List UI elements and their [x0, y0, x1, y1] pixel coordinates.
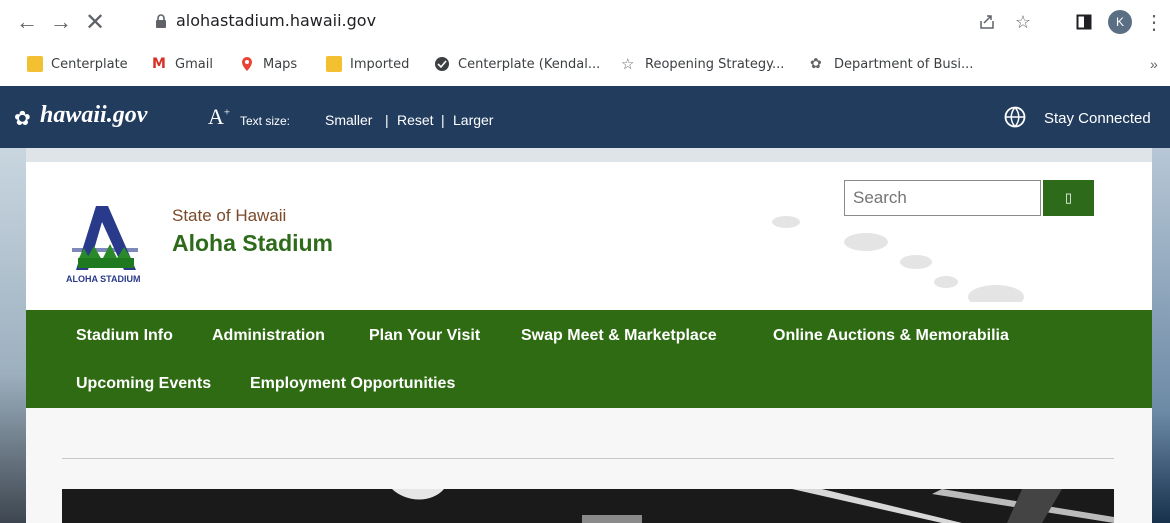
hawaii-gov-logo[interactable]: hawaii.gov	[40, 102, 147, 129]
hero-photo	[62, 489, 1114, 523]
bookmark-reopening-strategy[interactable]: ☆ Reopening Strategy...	[621, 56, 784, 72]
bookmark-gmail[interactable]: M Gmail	[151, 56, 213, 72]
globe-icon[interactable]	[1004, 106, 1026, 128]
lock-icon[interactable]	[155, 14, 167, 28]
site-title[interactable]: Aloha Stadium	[172, 230, 333, 257]
star-outline-icon: ☆	[621, 55, 635, 73]
separator: |	[441, 112, 445, 128]
bookmark-department[interactable]: ✿ Department of Busi...	[810, 56, 973, 72]
bookmarks-bar: Centerplate M Gmail Maps Imported Centerp…	[0, 44, 1170, 86]
stay-connected-link[interactable]: Stay Connected	[1044, 110, 1151, 127]
nav-employment[interactable]: Employment Opportunities	[250, 375, 455, 393]
nav-administration[interactable]: Administration	[212, 327, 325, 345]
state-of-hawaii-label: State of Hawaii	[172, 206, 287, 225]
text-larger-link[interactable]: Larger	[453, 112, 493, 128]
stop-loading-icon[interactable]: ✕	[82, 9, 108, 36]
maps-icon	[239, 56, 255, 72]
web-page: ✿ hawaii.gov A+ Text size: Smaller | Res…	[0, 86, 1170, 523]
hibiscus-icon: ✿	[14, 108, 31, 130]
browser-toolbar: ← → ✕ alohastadium.hawaii.gov ☆ K ⋮	[0, 0, 1170, 44]
side-panel-icon[interactable]	[1072, 10, 1096, 34]
text-size-label: Text size:	[240, 114, 291, 128]
search-button[interactable]: ▯	[1043, 180, 1094, 216]
text-smaller-link[interactable]: Smaller	[325, 112, 372, 128]
divider	[62, 458, 1114, 459]
bookmark-star-icon[interactable]: ☆	[1011, 10, 1035, 34]
share-icon[interactable]	[975, 10, 999, 34]
bookmark-maps[interactable]: Maps	[239, 56, 297, 72]
folder-icon	[326, 56, 342, 72]
folder-icon	[27, 56, 43, 72]
bookmark-centerplate-kendal[interactable]: Centerplate (Kendal...	[434, 56, 600, 72]
nav-upcoming-events[interactable]: Upcoming Events	[76, 375, 211, 393]
nav-plan-your-visit[interactable]: Plan Your Visit	[369, 327, 480, 345]
nav-online-auctions[interactable]: Online Auctions & Memorabilia	[773, 327, 1009, 345]
bookmark-imported[interactable]: Imported	[326, 56, 409, 72]
logo-wordmark: ALOHA STADIUM	[66, 274, 141, 284]
search-input[interactable]	[844, 180, 1041, 216]
main-nav: Stadium Info Administration Plan Your Vi…	[26, 310, 1152, 408]
more-bookmarks-chevron[interactable]: »	[1150, 56, 1158, 72]
nav-stadium-info[interactable]: Stadium Info	[76, 327, 173, 345]
text-reset-link[interactable]: Reset	[397, 112, 434, 128]
address-bar-url[interactable]: alohastadium.hawaii.gov	[176, 11, 376, 30]
background-photo-left	[0, 148, 26, 523]
separator: |	[385, 112, 389, 128]
site-header: ALOHA STADIUM State of Hawaii Aloha Stad…	[26, 162, 1152, 310]
text-size-icon: A+	[208, 104, 231, 129]
back-arrow-icon[interactable]: ←	[14, 9, 40, 35]
hero-photo-image	[62, 489, 1114, 523]
forward-arrow-icon[interactable]: →	[48, 9, 74, 35]
aloha-stadium-logo[interactable]: ALOHA STADIUM	[66, 200, 158, 288]
globe-icon	[434, 56, 450, 72]
gmail-icon: M	[152, 56, 166, 72]
kebab-menu-icon[interactable]: ⋮	[1142, 10, 1166, 34]
background-photo-right	[1152, 148, 1170, 523]
nav-swap-meet[interactable]: Swap Meet & Marketplace	[521, 327, 717, 345]
profile-avatar[interactable]: K	[1108, 10, 1132, 34]
bookmark-centerplate[interactable]: Centerplate	[27, 56, 128, 72]
hawaii-seal-icon: ✿	[810, 56, 822, 72]
hawaii-gov-bar: ✿ hawaii.gov A+ Text size: Smaller | Res…	[0, 86, 1170, 148]
content-card: ALOHA STADIUM State of Hawaii Aloha Stad…	[26, 162, 1152, 523]
